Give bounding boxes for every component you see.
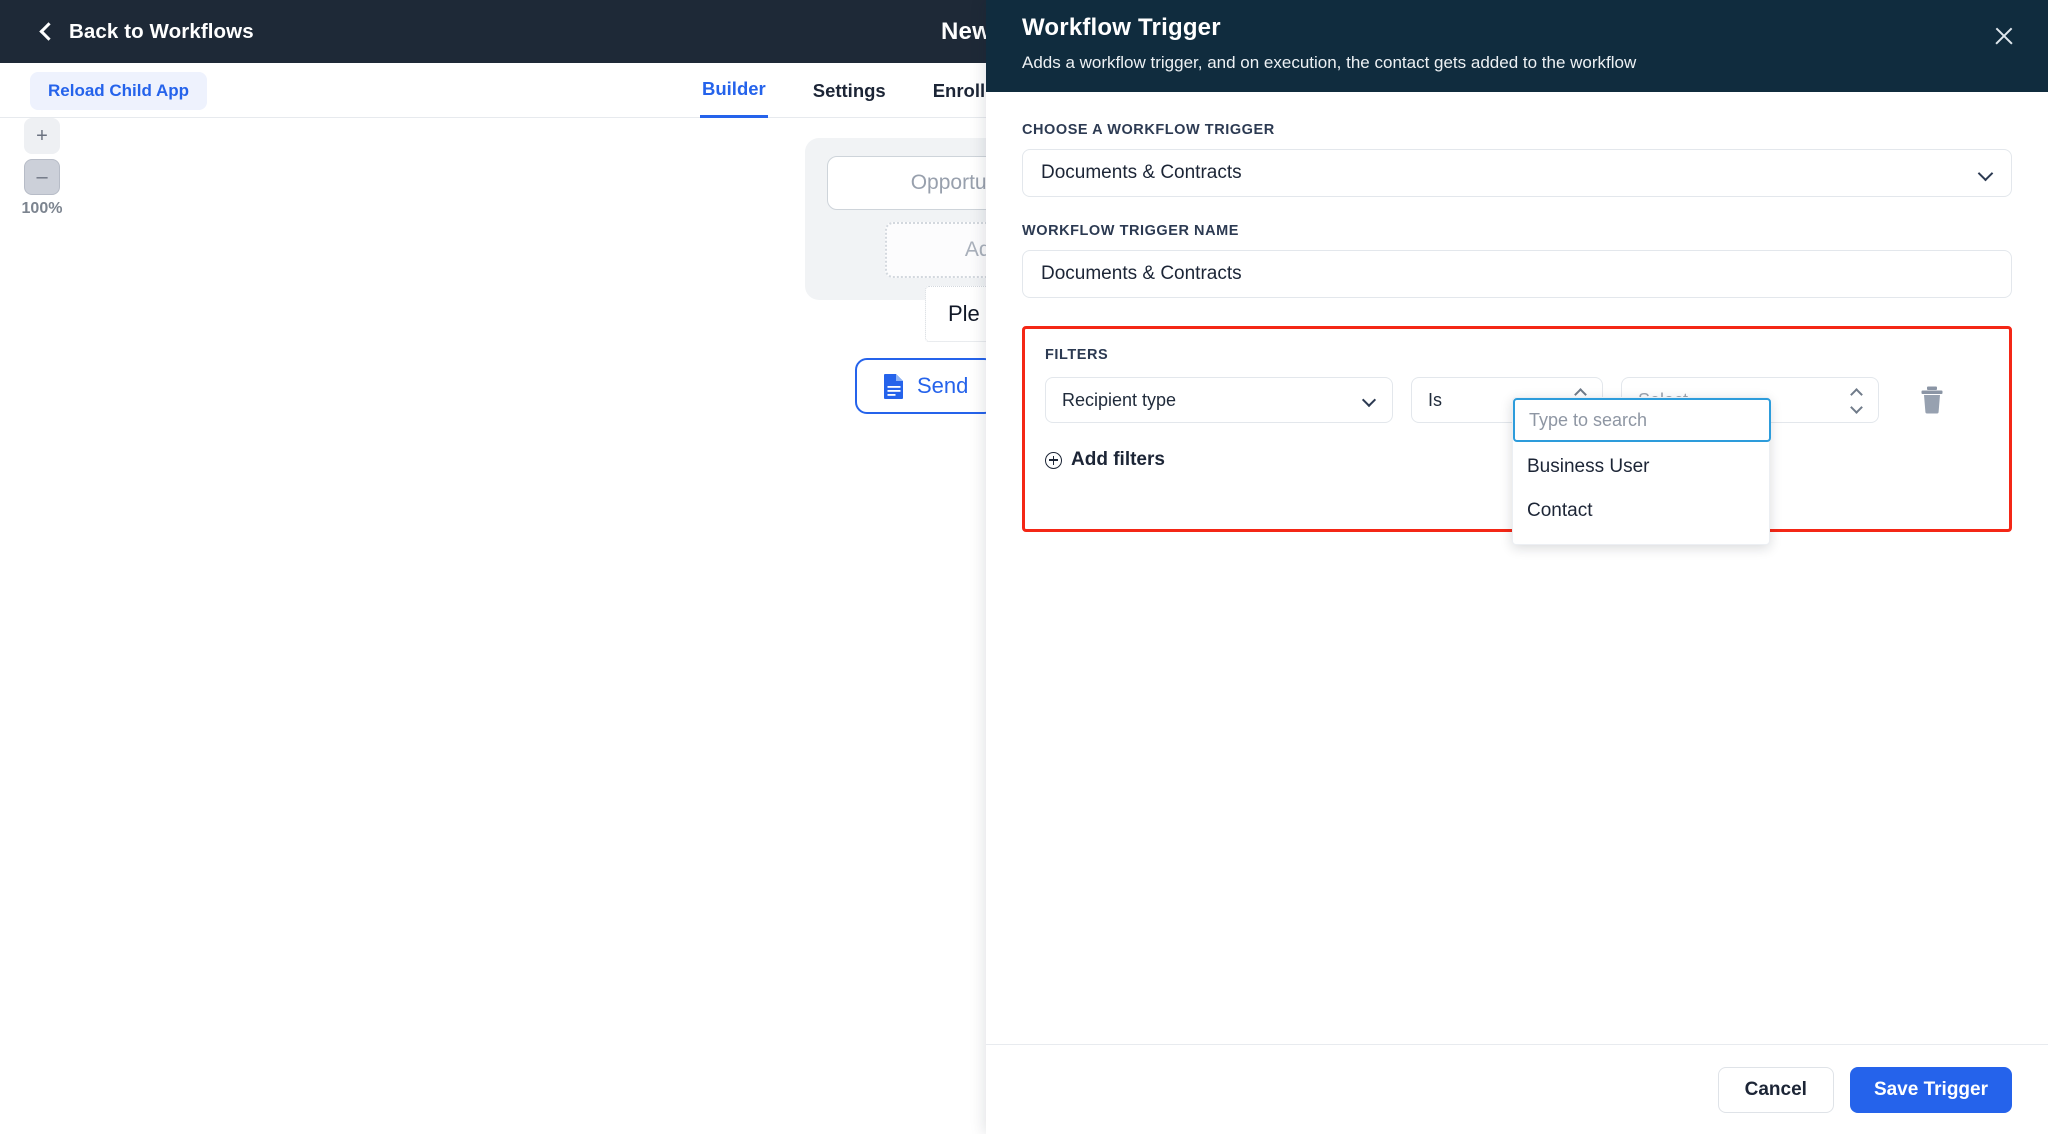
- dropdown-option-business-user[interactable]: Business User: [1513, 442, 1769, 486]
- close-panel-button[interactable]: [1986, 18, 2022, 54]
- workflow-trigger-panel: Workflow Trigger Adds a workflow trigger…: [986, 0, 2048, 1134]
- tab-settings[interactable]: Settings: [811, 63, 888, 118]
- filter-field-select[interactable]: Recipient type: [1045, 377, 1393, 423]
- dropdown-search-placeholder: Type to search: [1529, 409, 1648, 430]
- filter-value-dropdown: Type to search Business User Contact: [1512, 397, 1771, 545]
- plus-circle-icon: [1045, 451, 1062, 469]
- add-filters-label: Add filters: [1071, 449, 1165, 470]
- save-trigger-button[interactable]: Save Trigger: [1849, 1066, 2012, 1113]
- zoom-in-button[interactable]: +: [24, 118, 60, 154]
- trigger-name-value: Documents & Contracts: [1041, 263, 1242, 284]
- zoom-controls: + – 100%: [14, 118, 70, 218]
- tab-builder[interactable]: Builder: [700, 63, 768, 118]
- filters-section: FILTERS Recipient type Is Select: [1022, 326, 2012, 545]
- chevron-down-icon[interactable]: [1361, 392, 1377, 408]
- dropdown-search-input[interactable]: Type to search: [1513, 398, 1771, 442]
- choose-trigger-select[interactable]: Documents & Contracts: [1022, 149, 2012, 197]
- back-to-workflows-label: Back to Workflows: [69, 19, 254, 43]
- chevron-down-icon[interactable]: [1977, 165, 1994, 182]
- filters-label: FILTERS: [1045, 347, 1109, 363]
- close-icon: [1993, 25, 2015, 47]
- filter-operator-value: Is: [1428, 389, 1443, 410]
- choose-trigger-value: Documents & Contracts: [1041, 162, 1242, 183]
- trigger-name-label: WORKFLOW TRIGGER NAME: [1022, 223, 1239, 239]
- document-icon: [884, 374, 903, 399]
- panel-footer: Cancel Save Trigger: [986, 1044, 2048, 1134]
- add-filters-button[interactable]: Add filters: [1045, 449, 1165, 471]
- up-down-chevrons-icon[interactable]: [1849, 388, 1863, 414]
- zoom-level-label: 100%: [21, 200, 63, 217]
- chevron-left-icon: [39, 21, 58, 41]
- trash-icon[interactable]: [1919, 385, 1945, 415]
- zoom-out-button[interactable]: –: [24, 159, 60, 195]
- trigger-name-input[interactable]: Documents & Contracts: [1022, 250, 2012, 298]
- send-action-label: Send: [917, 373, 969, 398]
- reload-child-app-button[interactable]: Reload Child App: [30, 72, 208, 110]
- panel-body: CHOOSE A WORKFLOW TRIGGER Documents & Co…: [986, 92, 2048, 1078]
- app-root: Back to Workflows New Workflow Reload Ch…: [0, 0, 2048, 1134]
- panel-subtitle: Adds a workflow trigger, and on executio…: [1022, 53, 1637, 72]
- dropdown-option-contact[interactable]: Contact: [1513, 486, 1769, 530]
- panel-title: Workflow Trigger: [1022, 14, 1221, 41]
- send-action-node[interactable]: Send: [855, 358, 997, 414]
- panel-header: Workflow Trigger Adds a workflow trigger…: [986, 0, 2048, 92]
- choose-trigger-label: CHOOSE A WORKFLOW TRIGGER: [1022, 122, 1275, 138]
- filter-field-value: Recipient type: [1062, 389, 1177, 410]
- back-to-workflows-button[interactable]: Back to Workflows: [39, 19, 254, 44]
- cancel-button[interactable]: Cancel: [1717, 1066, 1834, 1113]
